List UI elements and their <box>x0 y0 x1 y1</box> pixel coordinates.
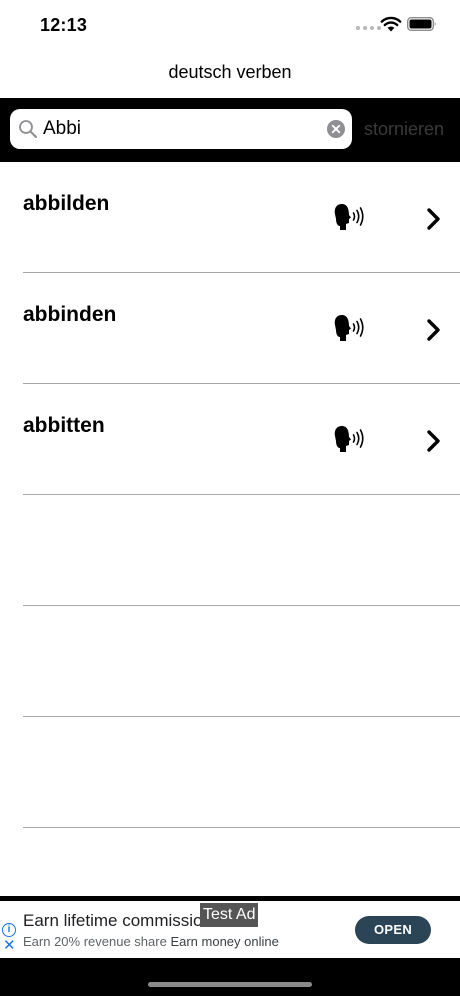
home-area <box>0 958 460 996</box>
wifi-icon <box>380 16 402 32</box>
empty-list-row <box>0 717 460 828</box>
status-time: 12:13 <box>40 15 88 35</box>
info-icon[interactable]: i <box>2 923 16 937</box>
clear-icon[interactable] <box>327 120 345 138</box>
verb-label: abbitten <box>23 414 105 437</box>
search-icon <box>19 120 37 138</box>
empty-list-row <box>0 606 460 717</box>
battery-icon <box>407 17 436 31</box>
verb-label: abbilden <box>23 192 110 215</box>
page-title: deutsch verben <box>168 62 292 82</box>
open-button[interactable]: OPEN <box>355 916 431 944</box>
speak-icon[interactable] <box>334 313 366 343</box>
ad-subtitle-primary: Earn 20% revenue share <box>23 934 167 949</box>
ad-subtitle-secondary: Earn money online <box>170 934 279 949</box>
empty-list-row <box>0 495 460 606</box>
test-ad-label: Test Ad <box>200 903 259 927</box>
divider <box>23 827 460 828</box>
search-input[interactable]: Abbi <box>10 109 352 149</box>
status-bar: 12:13 <box>0 0 460 50</box>
list-item[interactable]: abbitten <box>0 384 460 495</box>
chevron-right-icon[interactable] <box>426 429 442 453</box>
ad-banner[interactable]: i ✕ Earn lifetime commissions Earn 20% r… <box>0 901 460 958</box>
close-icon[interactable]: ✕ <box>3 938 16 953</box>
verb-label: abbinden <box>23 303 117 326</box>
list-item[interactable]: abbilden <box>0 162 460 273</box>
ad-title[interactable]: Earn lifetime commissions <box>23 911 201 931</box>
ad-subtitle: Earn 20% revenue share Earn money online <box>23 934 279 949</box>
verb-list: abbilden abbinden abbitten <box>0 162 460 828</box>
chevron-right-icon[interactable] <box>426 318 442 342</box>
home-indicator[interactable] <box>148 982 312 987</box>
cancel-button[interactable]: stornieren <box>364 119 444 140</box>
speak-icon[interactable] <box>334 424 366 454</box>
search-input-text: Abbi <box>43 118 82 139</box>
list-item[interactable]: abbinden <box>0 273 460 384</box>
signal-dots-icon <box>356 26 381 30</box>
speak-icon[interactable] <box>334 202 366 232</box>
chevron-right-icon[interactable] <box>426 207 442 231</box>
search-bar: Abbi stornieren <box>0 98 460 162</box>
